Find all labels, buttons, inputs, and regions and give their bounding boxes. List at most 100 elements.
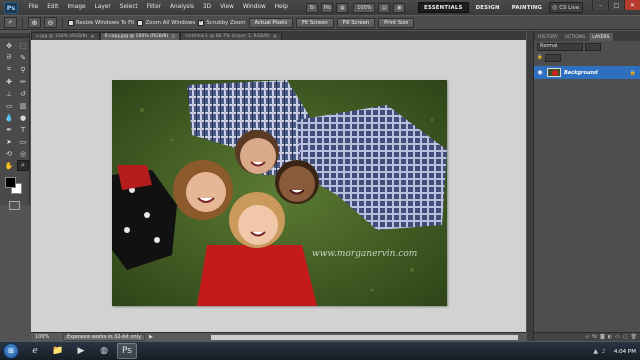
menu-view[interactable]: View bbox=[216, 0, 239, 15]
options-bar: ⌕ ⊕ ⊖ Resize Windows To Fit Zoom All Win… bbox=[0, 15, 640, 30]
fit-screen-button[interactable]: Fit Screen bbox=[296, 17, 334, 28]
history-brush-tool-icon[interactable]: ↺ bbox=[17, 88, 29, 99]
checkbox-box[interactable] bbox=[68, 19, 74, 26]
folder-icon[interactable]: 📁 bbox=[48, 343, 68, 359]
clock[interactable]: 4:04 PM bbox=[614, 349, 636, 355]
tab-actions[interactable]: ACTIONS bbox=[561, 33, 589, 41]
menu-3d[interactable]: 3D bbox=[198, 0, 215, 15]
maximize-button[interactable]: □ bbox=[608, 0, 624, 10]
move-tool-icon[interactable]: ✥ bbox=[3, 40, 15, 51]
zoom-all-windows-checkbox[interactable]: Zoom All Windows bbox=[137, 19, 195, 26]
document-image[interactable]: www.morganervin.com bbox=[112, 80, 447, 306]
menu-layer[interactable]: Layer bbox=[90, 0, 115, 15]
media-player-icon[interactable]: ▶ bbox=[71, 343, 91, 359]
workspace-design[interactable]: DESIGN bbox=[471, 2, 505, 13]
dodge-tool-icon[interactable]: ● bbox=[17, 112, 29, 123]
view-extras-icon[interactable]: ▦ bbox=[336, 2, 349, 13]
volume-icon[interactable]: ♪ bbox=[602, 348, 606, 355]
zoom-icon[interactable]: ⌕ bbox=[4, 17, 17, 28]
firefox-icon[interactable]: ◍ bbox=[94, 343, 114, 359]
document-tab-active[interactable]: 6-copy.jpg @ 100% (RGB/8) × bbox=[99, 32, 181, 40]
menu-file[interactable]: File bbox=[24, 0, 43, 15]
blend-mode-select[interactable]: Normal bbox=[537, 42, 583, 51]
status-menu-arrow-icon[interactable]: ▶ bbox=[149, 334, 153, 340]
document-tab[interactable]: o.jpg @ 100% (RGB/8) × bbox=[31, 32, 100, 40]
workspace-essentials[interactable]: ESSENTIALS bbox=[418, 2, 469, 13]
close-tab-icon[interactable]: × bbox=[90, 34, 94, 40]
fill-screen-button[interactable]: Fill Screen bbox=[336, 17, 376, 28]
arrange-documents-icon[interactable]: ▤ bbox=[378, 2, 391, 13]
zoom-tool-icon[interactable]: ⌕ bbox=[17, 160, 29, 171]
menu-help[interactable]: Help bbox=[270, 0, 292, 15]
bridge-icon[interactable]: Br bbox=[306, 2, 319, 13]
path-selection-tool-icon[interactable]: ➤ bbox=[3, 136, 15, 147]
quick-mask-icon[interactable] bbox=[9, 201, 20, 210]
mini-bridge-icon[interactable]: Mb bbox=[321, 2, 334, 13]
layer-name[interactable]: Background bbox=[564, 70, 627, 76]
healing-brush-tool-icon[interactable]: ✚ bbox=[3, 76, 15, 87]
actual-pixels-button[interactable]: Actual Pixels bbox=[248, 17, 294, 28]
network-icon[interactable]: ▲ bbox=[593, 348, 598, 355]
horizontal-scrollbar[interactable] bbox=[211, 335, 518, 340]
minimize-button[interactable]: – bbox=[592, 0, 608, 10]
brush-tool-icon[interactable]: ✏ bbox=[17, 76, 29, 87]
close-button[interactable]: ✕ bbox=[624, 0, 640, 10]
menu-select[interactable]: Select bbox=[115, 0, 142, 15]
menu-edit[interactable]: Edit bbox=[43, 0, 63, 15]
zoom-readout[interactable]: 100% bbox=[35, 334, 59, 340]
close-tab-icon[interactable]: × bbox=[171, 34, 175, 40]
quick-select-tool-icon[interactable]: ✎ bbox=[17, 52, 29, 63]
tab-history[interactable]: HISTORY bbox=[535, 33, 561, 41]
screen-mode-icon[interactable]: ▣ bbox=[393, 2, 406, 13]
photoshop-icon[interactable]: Ps bbox=[117, 343, 137, 359]
crop-tool-icon[interactable]: ⌗ bbox=[3, 64, 15, 75]
menu-filter[interactable]: Filter bbox=[142, 0, 165, 15]
3d-orbit-tool-icon[interactable]: ◎ bbox=[17, 148, 29, 159]
marquee-tool-icon[interactable]: ⬚ bbox=[17, 40, 29, 51]
zoom-level-select[interactable]: 100% bbox=[353, 2, 376, 13]
new-layer-icon[interactable]: ▢ bbox=[623, 334, 628, 340]
adjustment-layer-icon[interactable]: ◐ bbox=[608, 334, 612, 340]
gradient-tool-icon[interactable]: ▥ bbox=[17, 100, 29, 111]
mask-icon[interactable]: ◙ bbox=[600, 334, 605, 340]
lasso-tool-icon[interactable]: ᘐ bbox=[3, 52, 15, 63]
lock-icon[interactable]: 🔒 bbox=[537, 55, 543, 60]
layer-row[interactable]: ◉ Background 🔒 bbox=[534, 66, 640, 79]
fx-icon[interactable]: fx bbox=[592, 334, 597, 340]
opacity-field[interactable] bbox=[585, 42, 601, 51]
clone-stamp-tool-icon[interactable]: ⊥ bbox=[3, 88, 15, 99]
print-size-button[interactable]: Print Size bbox=[378, 17, 415, 28]
pen-tool-icon[interactable]: ✒ bbox=[3, 124, 15, 135]
3d-rotate-tool-icon[interactable]: ⟲ bbox=[3, 148, 15, 159]
windows-start-icon[interactable]: ⊞ bbox=[3, 343, 19, 359]
workspace-painting[interactable]: PAINTING bbox=[507, 2, 547, 13]
tab-layers[interactable]: LAYERS bbox=[589, 33, 613, 41]
status-info[interactable]: Exposure works in 32-bit only bbox=[63, 333, 146, 341]
zoom-in-icon[interactable]: ⊕ bbox=[28, 17, 41, 28]
new-group-icon[interactable]: ▭ bbox=[615, 334, 620, 340]
type-tool-icon[interactable]: T bbox=[17, 124, 29, 135]
foreground-color-swatch[interactable] bbox=[5, 177, 16, 188]
menu-window[interactable]: Window bbox=[238, 0, 270, 15]
canvas-area[interactable]: www.morganervin.com bbox=[31, 40, 526, 332]
menu-analysis[interactable]: Analysis bbox=[166, 0, 199, 15]
zoom-out-icon[interactable]: ⊖ bbox=[44, 17, 57, 28]
cs-live-button[interactable]: ◎ CS Live bbox=[549, 2, 583, 13]
eyedropper-tool-icon[interactable]: ⚲ bbox=[17, 64, 29, 75]
fill-field[interactable] bbox=[544, 53, 561, 62]
document-tab[interactable]: Untitled-1 @ 66.7% (Layer 1, RGB/8) × bbox=[180, 32, 282, 40]
checkbox-box[interactable] bbox=[137, 19, 144, 26]
visibility-eye-icon[interactable]: ◉ bbox=[536, 69, 544, 77]
delete-layer-icon[interactable]: 🗑 bbox=[631, 334, 637, 340]
blur-tool-icon[interactable]: 💧 bbox=[3, 112, 15, 123]
resize-windows-checkbox[interactable]: Resize Windows To Fit bbox=[68, 19, 134, 26]
hand-tool-icon[interactable]: ✋ bbox=[3, 160, 15, 171]
checkbox-checked-box[interactable]: ✓ bbox=[198, 19, 205, 26]
shape-tool-icon[interactable]: ▭ bbox=[17, 136, 29, 147]
close-tab-icon[interactable]: × bbox=[273, 34, 277, 40]
scrubby-zoom-checkbox[interactable]: ✓ Scrubby Zoom bbox=[198, 19, 246, 26]
link-layers-icon[interactable]: ∞ bbox=[585, 334, 589, 340]
internet-explorer-icon[interactable]: ℯ bbox=[25, 343, 45, 359]
menu-image[interactable]: Image bbox=[63, 0, 90, 15]
eraser-tool-icon[interactable]: ▭ bbox=[3, 100, 15, 111]
